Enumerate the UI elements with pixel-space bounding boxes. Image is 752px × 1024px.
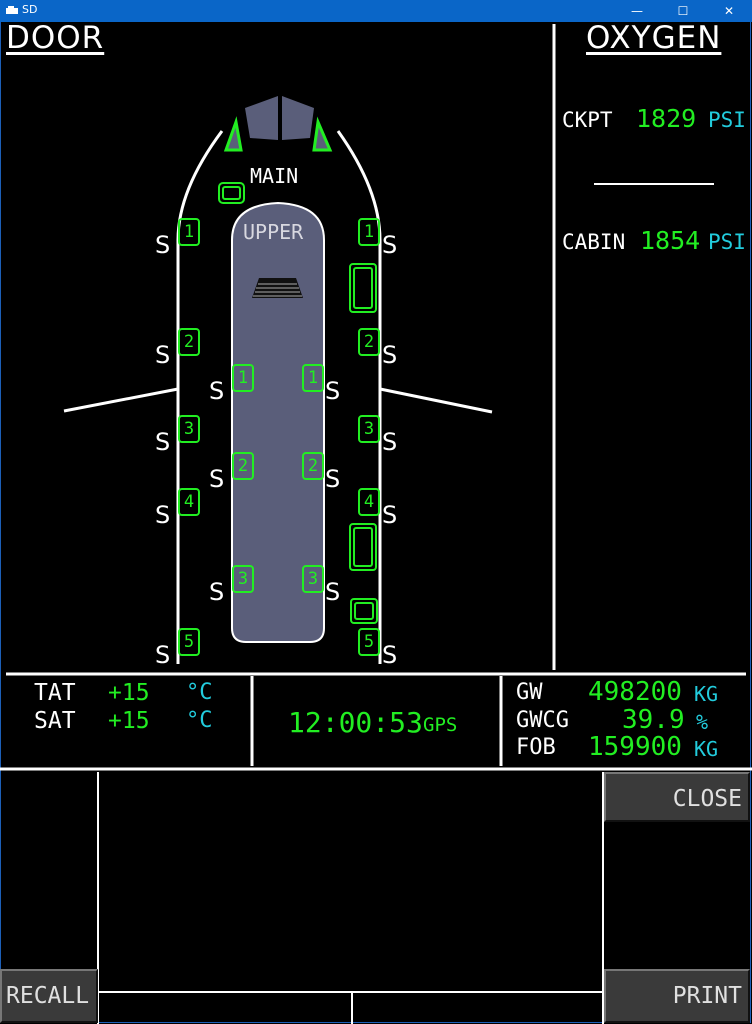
right-wing xyxy=(379,387,493,414)
gw-label: GW xyxy=(516,680,543,705)
tat-label: TAT xyxy=(34,680,76,706)
fuselage-right-outline xyxy=(336,130,382,664)
gw-value: 498200 xyxy=(588,677,682,707)
upper-slide-3L: S xyxy=(209,578,225,606)
upper-slide-3R: S xyxy=(325,578,341,606)
clock-source: GPS xyxy=(423,714,458,736)
main-door-2L: 2 xyxy=(178,328,200,356)
cockpit-door-right xyxy=(312,116,333,152)
ckpt-pressure: 1829 xyxy=(636,104,697,133)
main-door-4R: 4 xyxy=(358,488,380,516)
cockpit-door-left xyxy=(223,116,243,152)
fob-label: FOB xyxy=(516,735,556,760)
slide-5L: S xyxy=(155,641,171,669)
fob-value: 159900 xyxy=(588,732,682,762)
upper-slide-2L: S xyxy=(209,465,225,493)
upper-door-2L: 2 xyxy=(232,452,254,480)
upper-slide-2R: S xyxy=(325,465,341,493)
slide-5R: S xyxy=(382,641,398,669)
sat-unit: °C xyxy=(186,708,213,733)
recall-button-label: RECALL xyxy=(6,983,90,1009)
cockpit-window-right xyxy=(282,96,314,140)
upper-slide-1R: S xyxy=(325,377,341,405)
gwcg-label: GWCG xyxy=(516,708,569,733)
sat-value: +15 xyxy=(108,708,150,734)
oxygen-title: OXYGEN xyxy=(586,20,722,56)
upper-door-3L: 3 xyxy=(232,565,254,593)
ckpt-unit: PSI xyxy=(708,108,746,132)
gwcg-value: 39.9 xyxy=(622,705,685,735)
main-door-2R: 2 xyxy=(358,328,380,356)
ckpt-label: CKPT xyxy=(562,108,613,132)
upper-door-3R: 3 xyxy=(302,565,324,593)
close-button[interactable]: CLOSE xyxy=(604,772,750,822)
main-door-5L: 5 xyxy=(178,628,200,656)
upper-door-1R: 1 xyxy=(302,364,324,392)
slide-4L: S xyxy=(155,501,171,529)
main-door-1R: 1 xyxy=(358,218,380,246)
gw-unit: KG xyxy=(694,682,719,706)
slide-2R: S xyxy=(382,341,398,369)
cabin-pressure: 1854 xyxy=(640,226,701,255)
upper-slide-1L: S xyxy=(209,377,225,405)
left-wing xyxy=(63,387,179,413)
stairs-icon xyxy=(252,278,303,298)
main-door-1L: 1 xyxy=(178,218,200,246)
slide-4R: S xyxy=(382,501,398,529)
print-button-label: PRINT xyxy=(672,983,742,1009)
cabin-unit: PSI xyxy=(708,230,746,254)
door-title: DOOR xyxy=(6,20,105,56)
main-door-5R: 5 xyxy=(358,628,380,656)
slide-2L: S xyxy=(155,341,171,369)
cockpit-window-left xyxy=(245,96,278,140)
slide-1R: S xyxy=(382,231,398,259)
main-door-4L: 4 xyxy=(178,488,200,516)
main-door-3L: 3 xyxy=(178,415,200,443)
upper-deck-label: UPPER xyxy=(243,220,304,244)
slide-3L: S xyxy=(155,428,171,456)
tat-unit: °C xyxy=(186,680,213,705)
cabin-label: CABIN xyxy=(562,230,626,254)
slide-3R: S xyxy=(382,428,398,456)
main-door-3R: 3 xyxy=(358,415,380,443)
upper-door-2R: 2 xyxy=(302,452,324,480)
gwcg-unit: % xyxy=(696,710,709,734)
slide-1L: S xyxy=(155,231,171,259)
tat-value: +15 xyxy=(108,680,150,706)
main-deck-label: MAIN xyxy=(250,164,299,188)
recall-button[interactable]: RECALL xyxy=(0,969,98,1023)
fob-unit: KG xyxy=(694,737,719,761)
upper-door-1L: 1 xyxy=(232,364,254,392)
sat-label: SAT xyxy=(34,708,76,734)
close-button-label: CLOSE xyxy=(672,786,742,812)
print-button[interactable]: PRINT xyxy=(604,969,750,1023)
utc-clock: 12:00:53 xyxy=(288,706,423,739)
